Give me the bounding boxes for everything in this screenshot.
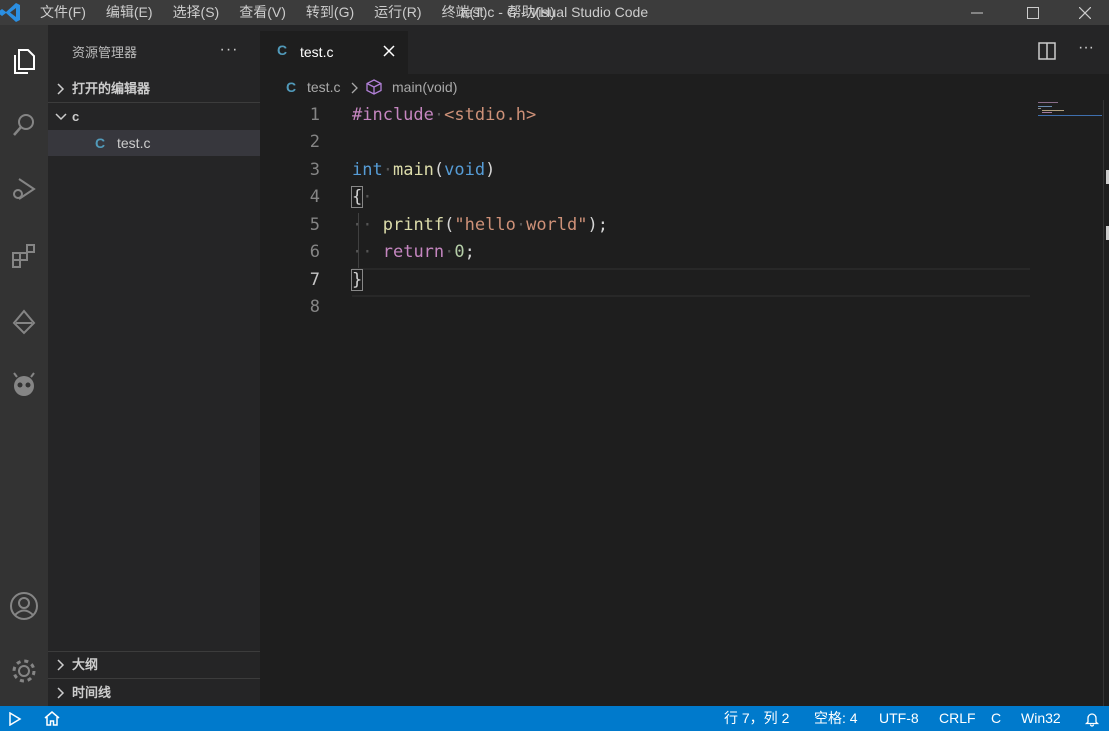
chevron-right-icon (57, 687, 65, 699)
code-line-7: } (350, 269, 364, 291)
close-tab-icon[interactable] (378, 40, 400, 62)
source-control-icon (12, 309, 36, 335)
run-debug-icon (13, 178, 36, 200)
menu-selection[interactable]: 选择(S) (163, 0, 230, 25)
menu-run[interactable]: 运行(R) (364, 0, 431, 25)
current-line-highlight (352, 268, 1030, 297)
line-number-current: 7 (309, 270, 320, 290)
outline-label: 大纲 (72, 657, 99, 672)
line-number: 1 (309, 105, 320, 125)
outline-section[interactable]: 大纲 (48, 651, 260, 679)
code-editor[interactable]: 1 2 3 4 5 6 7 8 #include·<stdio.h> int·m… (260, 100, 1109, 706)
tab-test-c[interactable]: C test.c (260, 31, 408, 74)
explorer-button[interactable] (0, 37, 48, 85)
vscode-logo-icon (0, 0, 22, 25)
code-line-3: int·main(void) (352, 160, 496, 180)
platformio-icon (13, 372, 35, 396)
remote-play-icon[interactable] (8, 712, 22, 726)
editor-more-icon[interactable]: ··· (1074, 39, 1098, 57)
chevron-right-icon (57, 659, 65, 671)
extensions-icon (12, 244, 35, 268)
menu-help[interactable]: 帮助(H) (497, 0, 564, 25)
timeline-label: 时间线 (72, 685, 112, 700)
minimize-icon (971, 12, 983, 13)
open-editors-label: 打开的编辑器 (72, 81, 151, 96)
code-line-5: ·· printf("hello·world"); (352, 215, 608, 235)
c-file-icon: C (286, 79, 297, 95)
platformio-button[interactable] (0, 361, 48, 409)
code-line-4: {· (350, 186, 373, 208)
settings-gear-icon (12, 659, 36, 683)
status-bar: 行 7，列 2 空格: 4 UTF-8 CRLF C Win32 (0, 706, 1109, 731)
line-number: 2 (309, 132, 320, 152)
file-encoding[interactable]: UTF-8 (879, 706, 919, 731)
minimap[interactable] (1038, 100, 1102, 118)
timeline-section[interactable]: 时间线 (48, 679, 260, 707)
chevron-right-icon (351, 82, 358, 94)
menu-go[interactable]: 转到(G) (296, 0, 364, 25)
line-number: 4 (309, 187, 320, 207)
menu-file[interactable]: 文件(F) (30, 0, 96, 25)
folder-label: c (72, 109, 80, 124)
close-window-button[interactable] (1061, 0, 1109, 25)
file-item-test-c[interactable]: C test.c (48, 130, 260, 156)
folder-c-section[interactable]: c (48, 103, 260, 131)
account-button[interactable] (0, 582, 48, 630)
line-number: 8 (309, 297, 320, 317)
open-editors-section[interactable]: 打开的编辑器 (48, 75, 260, 103)
explorer-icon (14, 49, 35, 74)
extensions-button[interactable] (0, 231, 48, 279)
code-line-1: #include·<stdio.h> (352, 105, 537, 125)
indentation-spaces[interactable]: 空格: 4 (814, 706, 858, 731)
search-icon (13, 114, 34, 136)
c-file-icon: C (95, 135, 106, 151)
chevron-down-icon (55, 113, 67, 121)
line-number: 6 (309, 242, 320, 262)
close-icon (1079, 6, 1091, 19)
symbol-method-icon (366, 79, 382, 95)
menu-edit[interactable]: 编辑(E) (96, 0, 163, 25)
language-mode[interactable]: C (991, 706, 1001, 731)
file-name: test.c (117, 135, 151, 151)
activity-bar (0, 25, 48, 706)
indent-guide (358, 213, 359, 268)
split-editor-icon[interactable] (1038, 42, 1056, 60)
line-number: 5 (309, 215, 320, 235)
breadcrumb: C test.c main(void) (260, 74, 1109, 100)
search-button[interactable] (0, 101, 48, 149)
end-of-line[interactable]: CRLF (939, 706, 976, 731)
breadcrumb-symbol[interactable]: main(void) (392, 79, 457, 95)
c-file-icon: C (277, 42, 288, 58)
explorer-sidebar: 资源管理器 ··· 打开的编辑器 c C test.c 大纲 时间线 (48, 25, 260, 706)
line-number: 3 (309, 160, 320, 180)
code-line-6: ·· return·0; (352, 242, 475, 262)
chevron-right-icon (57, 83, 65, 95)
notifications-bell-icon[interactable] (1084, 711, 1100, 727)
platform[interactable]: Win32 (1021, 706, 1061, 731)
home-icon[interactable] (44, 711, 60, 726)
tab-label: test.c (300, 44, 334, 60)
sidebar-title: 资源管理器 (72, 45, 138, 60)
cursor-position[interactable]: 行 7，列 2 (724, 706, 789, 731)
minimize-button[interactable] (949, 0, 1005, 25)
breadcrumb-file[interactable]: test.c (307, 79, 340, 95)
editor-tabs: C test.c ··· (260, 25, 1109, 74)
account-icon (10, 592, 38, 620)
sidebar-more-button[interactable]: ··· (216, 39, 242, 65)
title-bar: 文件(F) 编辑(E) 选择(S) 查看(V) 转到(G) 运行(R) 终端(T… (0, 0, 1109, 25)
menu-bar: 文件(F) 编辑(E) 选择(S) 查看(V) 转到(G) 运行(R) 终端(T… (30, 0, 565, 25)
menu-view[interactable]: 查看(V) (229, 0, 296, 25)
menu-terminal[interactable]: 终端(T) (432, 0, 498, 25)
maximize-button[interactable] (1005, 0, 1061, 25)
vertical-scrollbar[interactable] (1103, 100, 1109, 706)
settings-button[interactable] (0, 647, 48, 695)
run-debug-button[interactable] (0, 165, 48, 213)
source-control-button[interactable] (0, 297, 48, 345)
maximize-icon (1027, 6, 1039, 19)
